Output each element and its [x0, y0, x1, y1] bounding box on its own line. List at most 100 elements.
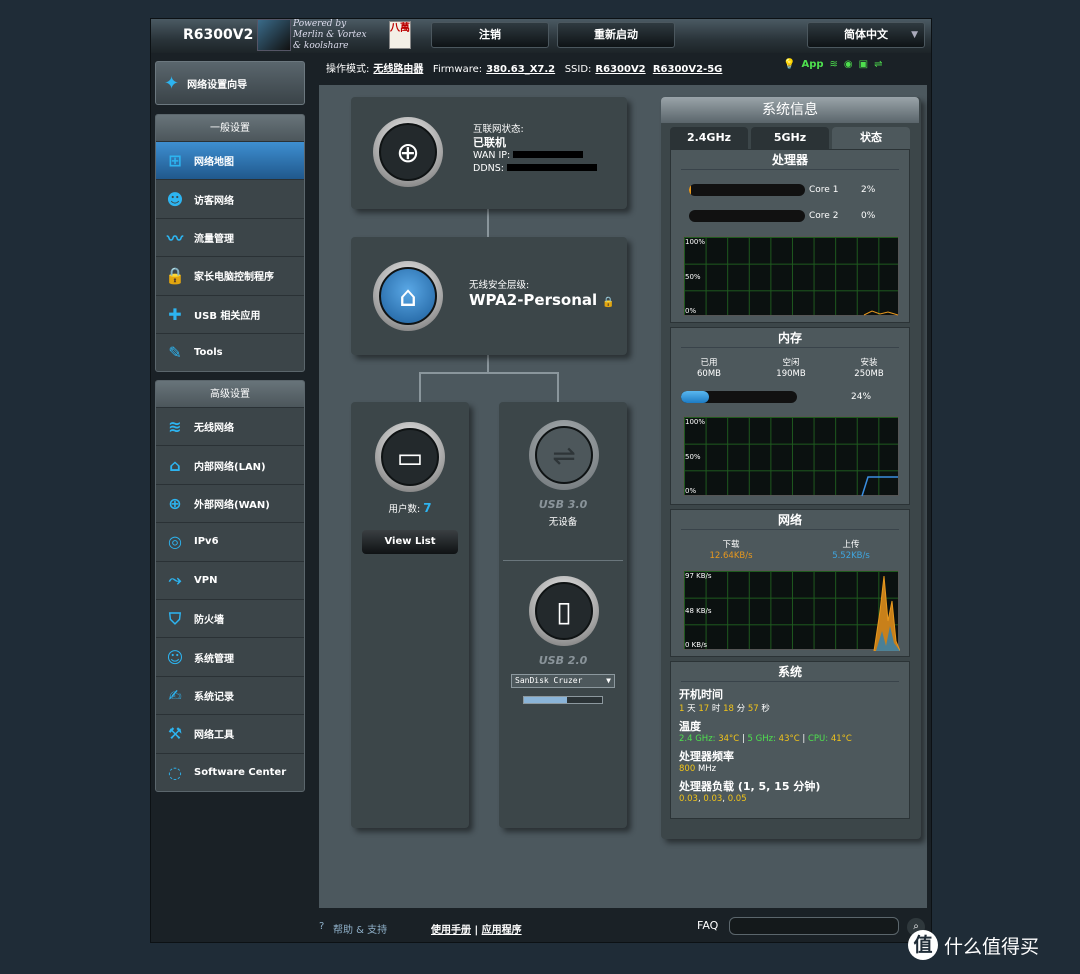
core1-pct: 2% — [861, 185, 876, 195]
chevron-down-icon: ▼ — [911, 30, 918, 40]
usb3-label: USB 3.0 — [538, 498, 588, 511]
parental-lock-icon: 🔒 — [165, 266, 185, 286]
globe-icon: ⊕ — [379, 123, 437, 181]
lan-status-icon[interactable]: ▣ — [859, 59, 868, 70]
sidebar-item-log[interactable]: ✍ 系统记录 — [156, 675, 304, 714]
watermark: 值 什么值得买 — [908, 930, 1039, 960]
puzzle-icon: ✚ — [168, 304, 182, 324]
op-mode-link[interactable]: 无线路由器 — [373, 64, 423, 75]
advanced-settings-menu: 高级设置 ≋ 无线网络 ⌂ 内部网络(LAN) ⊕ 外部网络(WAN) ◎ IPv6 ⤳ VPN ⛉… — [155, 380, 305, 792]
network-map-area: ⊕ 互联网状态: 已联机 WAN IP: DDNS: ⌂ 无线安全层级: WPA… — [319, 85, 927, 908]
sidebar-item-user[interactable]: ☺ 系统管理 — [156, 637, 304, 675]
usb2-label: USB 2.0 — [538, 654, 588, 667]
ipv6-icon: ◎ — [168, 532, 182, 552]
sidebar-item-shield[interactable]: ⛉ 防火墙 — [156, 598, 304, 637]
panel-title: 系统信息 — [661, 97, 919, 123]
manual-link[interactable]: 使用手册 — [431, 925, 471, 936]
powered-by-text: Powered by Merlin & Vortex & koolshare — [293, 19, 367, 51]
firmware-link[interactable]: 380.63_X7.2 — [486, 64, 555, 75]
traffic-icon: 〰 — [166, 229, 183, 249]
clients-count: 7 — [423, 501, 432, 515]
cpu-frequency: 800 MHz — [679, 764, 717, 774]
cpu-section: 处理器 Core 1 2% Core 2 0% 100% 50% 0% — [670, 149, 910, 323]
usb-progress-bar — [523, 696, 603, 704]
memory-section: 内存 已用 60MB 空闲 190MB 安装 250MB 24% 100% 50% 0% — [670, 327, 910, 505]
usb-node[interactable]: ⇌ USB 3.0 无设备 ▯ USB 2.0 SanDisk Cruzer ▼ — [499, 402, 627, 828]
usb-icon: ⇌ — [535, 426, 593, 484]
mem-pct: 24% — [851, 392, 872, 402]
internet-node[interactable]: ⊕ 互联网状态: 已联机 WAN IP: DDNS: — [351, 97, 627, 209]
sidebar-item-vpn[interactable]: ⤳ VPN — [156, 560, 304, 599]
globe-icon: ⊕ — [168, 493, 182, 513]
mem-free: 190MB — [776, 369, 806, 379]
tab-status[interactable]: 状态 — [832, 127, 910, 149]
network-section: 网络 下载 12.64KB/s 上传 5.52KB/s 97 KB/s 48 KB/s… — [670, 509, 910, 657]
core2-pct: 0% — [861, 211, 876, 221]
network-graph: 97 KB/s 48 KB/s 0 KB/s — [683, 570, 900, 651]
logout-button[interactable]: 注销 — [431, 22, 549, 48]
sidebar-item-guest-network[interactable]: ☻ 访客网络 — [156, 179, 304, 217]
download-rate: 12.64KB/s — [709, 551, 753, 561]
internet-status: 已联机 — [473, 136, 506, 149]
system-info-panel: 系统信息 2.4GHz 5GHz 状态 处理器 Core 1 2% Core 2… — [661, 97, 921, 839]
sidebar-item-home[interactable]: ⌂ 内部网络(LAN) — [156, 445, 304, 483]
network-wizard-button[interactable]: ✦ 网络设置向导 — [155, 61, 305, 105]
network-map-icon: ⊞ — [168, 151, 182, 171]
apps-link[interactable]: 应用程序 — [482, 925, 522, 936]
wifi-status-icon[interactable]: ≋ — [830, 59, 838, 70]
wrench-icon: ✎ — [168, 343, 182, 363]
sidebar-item-network-map[interactable]: ⊞ 网络地图 — [156, 141, 304, 180]
router-model: R6300V2 — [183, 27, 254, 43]
help-icon: ? — [319, 921, 325, 932]
log-icon: ✍ — [168, 685, 182, 705]
reboot-button[interactable]: 重新启动 — [557, 22, 675, 48]
usb-device-select[interactable]: SanDisk Cruzer ▼ — [511, 674, 615, 688]
app-link[interactable]: App — [801, 59, 823, 70]
ssid-24-link[interactable]: R6300V2 — [595, 64, 645, 75]
swirl-icon: ◌ — [168, 762, 182, 782]
advanced-settings-heading: 高级设置 — [156, 381, 304, 407]
language-select[interactable]: 简体中文 ▼ — [807, 22, 925, 48]
shield-icon: ⛉ — [168, 608, 181, 628]
general-settings-heading: 一般设置 — [156, 115, 304, 141]
tab-24ghz[interactable]: 2.4GHz — [670, 127, 748, 149]
tools-icon: ⚒ — [167, 724, 183, 744]
sidebar-item-tools[interactable]: ⚒ 网络工具 — [156, 714, 304, 752]
sidebar-item-wrench[interactable]: ✎ Tools — [156, 332, 304, 371]
wifi-icon: ≋ — [168, 417, 182, 437]
ssid-5-link[interactable]: R6300V2-5G — [653, 64, 723, 75]
sidebar-item-wifi[interactable]: ≋ 无线网络 — [156, 407, 304, 445]
magic-wand-icon: ✦ — [164, 72, 180, 94]
router-node[interactable]: ⌂ 无线安全层级: WPA2-Personal 🔒 — [351, 237, 627, 355]
sidebar-item-traffic[interactable]: 〰流量管理 — [156, 217, 304, 256]
memory-graph: 100% 50% 0% — [683, 416, 899, 497]
monitor-icon: ▭ — [381, 428, 439, 486]
faq-search-input[interactable] — [729, 917, 899, 935]
sidebar-item-parental-lock[interactable]: 🔒 家长电脑控制程序 — [156, 256, 304, 294]
mem-total: 250MB — [854, 369, 884, 379]
bulb-icon[interactable]: 💡 — [783, 59, 795, 70]
sidebar-item-puzzle[interactable]: ✚ USB 相关应用 — [156, 294, 304, 333]
system-section: 系统 开机时间 1 天 17 时 18 分 57 秒 温度 2.4 GHz: 3… — [670, 661, 910, 819]
home-icon: ⌂ — [169, 455, 181, 475]
usb3-status: 无设备 — [548, 517, 578, 528]
guest-network-icon: ☻ — [166, 189, 184, 209]
clients-status-icon[interactable]: ◉ — [844, 59, 853, 70]
user-icon: ☺ — [166, 647, 184, 667]
sidebar-item-swirl[interactable]: ◌ Software Center — [156, 752, 304, 791]
uptime-value: 1 天 17 时 18 分 57 秒 — [679, 704, 770, 714]
tab-5ghz[interactable]: 5GHz — [751, 127, 829, 149]
wan-ip-redacted — [513, 151, 584, 158]
mem-used: 60MB — [697, 369, 721, 379]
help-support-link[interactable]: 帮助 & 支持 — [333, 921, 387, 936]
usb-drive-icon: ▯ — [535, 582, 593, 640]
usb-status-icon[interactable]: ⇌ — [874, 59, 882, 70]
view-list-button[interactable]: View List — [362, 530, 458, 554]
chevron-down-icon: ▼ — [606, 676, 611, 685]
cpu-graph: 100% 50% 0% — [683, 236, 899, 316]
sidebar-item-ipv6[interactable]: ◎ IPv6 — [156, 522, 304, 560]
top-bar: R6300V2 Powered by Merlin & Vortex & kools… — [151, 19, 931, 53]
clients-node[interactable]: ▭ 用户数: 7 View List — [351, 402, 469, 828]
ddns-redacted — [507, 164, 597, 171]
sidebar-item-globe[interactable]: ⊕ 外部网络(WAN) — [156, 483, 304, 522]
